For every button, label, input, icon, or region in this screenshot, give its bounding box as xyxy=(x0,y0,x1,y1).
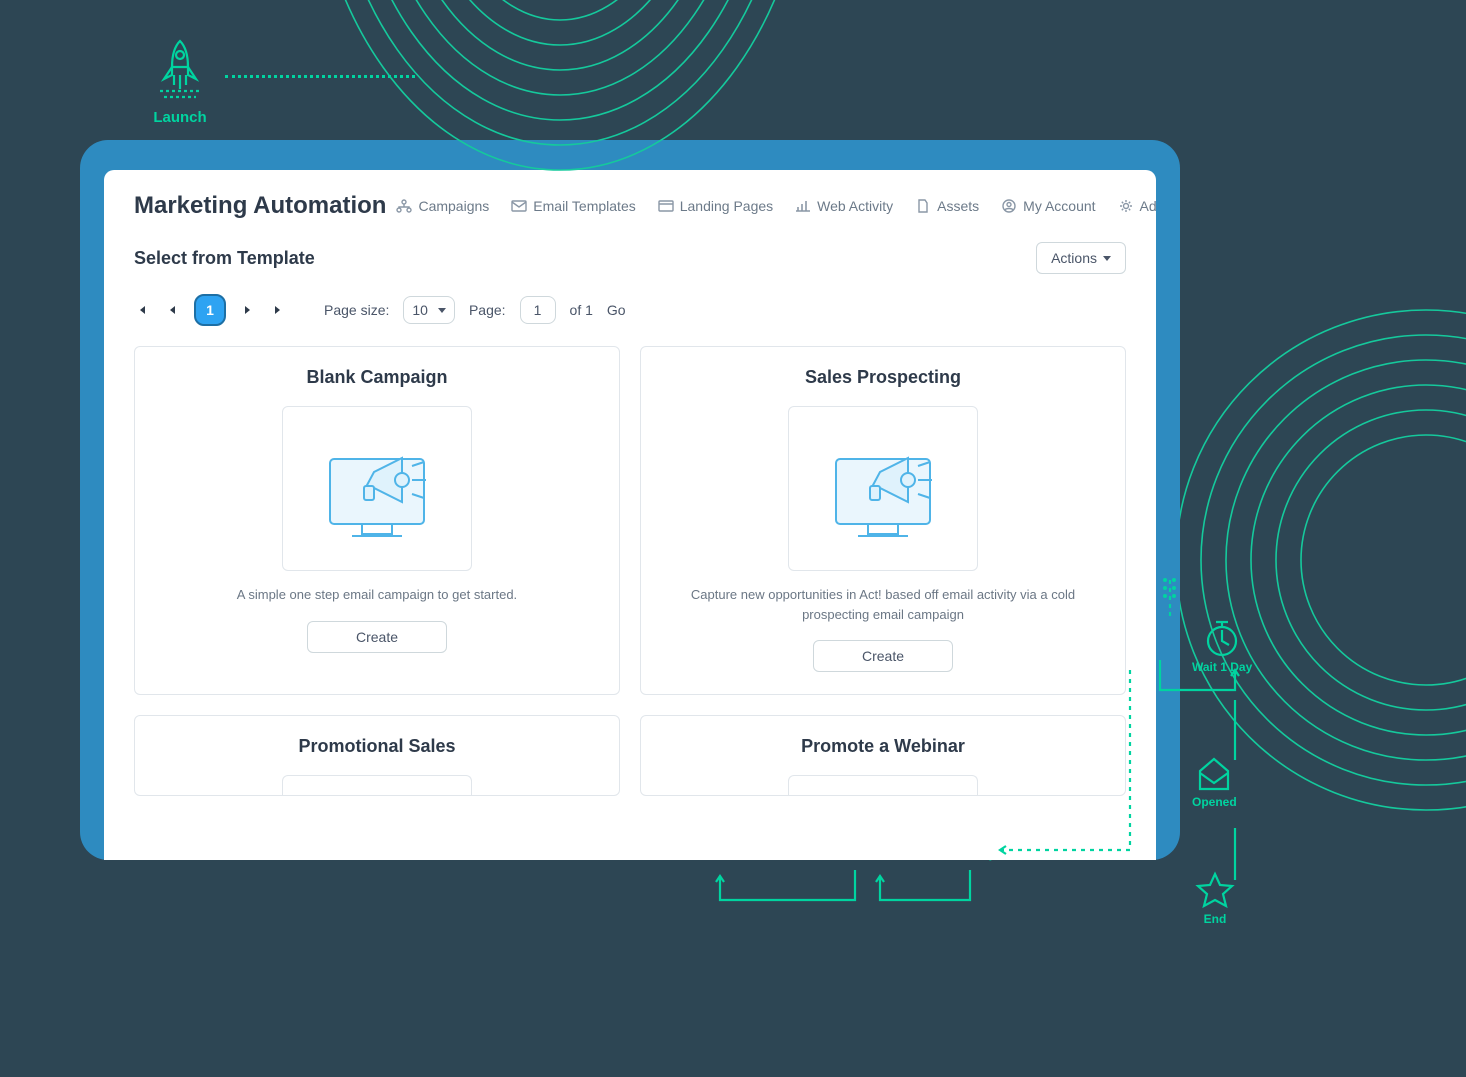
actions-button[interactable]: Actions xyxy=(1036,242,1126,274)
header: Marketing Automation Campaigns Email Tem… xyxy=(134,192,1126,220)
app-title: Marketing Automation xyxy=(134,192,386,220)
page-size-value: 10 xyxy=(412,302,428,318)
card-title: Blank Campaign xyxy=(157,367,597,388)
nav-campaigns[interactable]: Campaigns xyxy=(396,198,489,214)
launch-label: Launch xyxy=(150,109,210,126)
nav-item-label: Landing Pages xyxy=(680,198,773,214)
nav: Campaigns Email Templates Landing Pages xyxy=(396,198,1156,214)
nav-item-label: Email Templates xyxy=(533,198,635,214)
bar-chart-icon xyxy=(795,199,811,213)
page-of-label: of 1 xyxy=(570,302,593,318)
card-title: Sales Prospecting xyxy=(663,367,1103,388)
template-card-promotional-sales: Promotional Sales xyxy=(134,715,620,796)
campaign-illustration xyxy=(788,406,978,571)
gear-icon xyxy=(1118,199,1134,213)
page-input[interactable]: 1 xyxy=(520,296,556,324)
page-size-select[interactable]: 10 xyxy=(403,296,455,324)
nav-admin[interactable]: Admin xyxy=(1118,198,1156,214)
nav-email-templates[interactable]: Email Templates xyxy=(511,198,635,214)
launch-dotted-line xyxy=(225,75,415,78)
drag-handle-icon xyxy=(1163,578,1177,598)
nav-web-activity[interactable]: Web Activity xyxy=(795,198,893,214)
sitemap-icon xyxy=(396,199,412,213)
page-value: 1 xyxy=(534,302,542,318)
card-title: Promotional Sales xyxy=(157,736,597,757)
pager-current-page[interactable]: 1 xyxy=(194,294,226,326)
pager: 1 Page size: 10 Page: 1 of 1 Go xyxy=(134,294,1126,326)
actions-label: Actions xyxy=(1051,250,1097,266)
chevron-down-icon xyxy=(1103,256,1111,261)
pager-first-button[interactable] xyxy=(134,302,150,318)
window-icon xyxy=(658,199,674,213)
create-button[interactable]: Create xyxy=(307,621,447,653)
file-icon xyxy=(915,199,931,213)
campaign-illustration-partial xyxy=(282,775,472,795)
pager-go-button[interactable]: Go xyxy=(607,302,626,318)
nav-item-label: Campaigns xyxy=(418,198,489,214)
page-label: Page: xyxy=(469,302,506,318)
launch-rocket-decor: Launch xyxy=(150,35,210,126)
user-icon xyxy=(1001,199,1017,213)
pager-next-button[interactable] xyxy=(240,302,256,318)
nav-item-label: Admin xyxy=(1140,198,1156,214)
subheader: Select from Template Actions xyxy=(134,242,1126,274)
flow-connectors xyxy=(600,580,1300,1010)
chevron-down-icon xyxy=(438,308,446,313)
nav-item-label: My Account xyxy=(1023,198,1095,214)
pager-last-button[interactable] xyxy=(270,302,286,318)
page-subtitle: Select from Template xyxy=(134,248,315,269)
campaign-illustration xyxy=(282,406,472,571)
template-card-blank-campaign: Blank Campaign xyxy=(134,346,620,695)
rocket-icon xyxy=(150,35,210,105)
nav-landing-pages[interactable]: Landing Pages xyxy=(658,198,773,214)
envelope-icon xyxy=(511,199,527,213)
nav-my-account[interactable]: My Account xyxy=(1001,198,1095,214)
nav-item-label: Assets xyxy=(937,198,979,214)
nav-item-label: Web Activity xyxy=(817,198,893,214)
arcs-decor-top xyxy=(300,0,820,180)
page-size-label: Page size: xyxy=(324,302,389,318)
card-description: A simple one step email campaign to get … xyxy=(157,585,597,605)
nav-assets[interactable]: Assets xyxy=(915,198,979,214)
pager-prev-button[interactable] xyxy=(164,302,180,318)
